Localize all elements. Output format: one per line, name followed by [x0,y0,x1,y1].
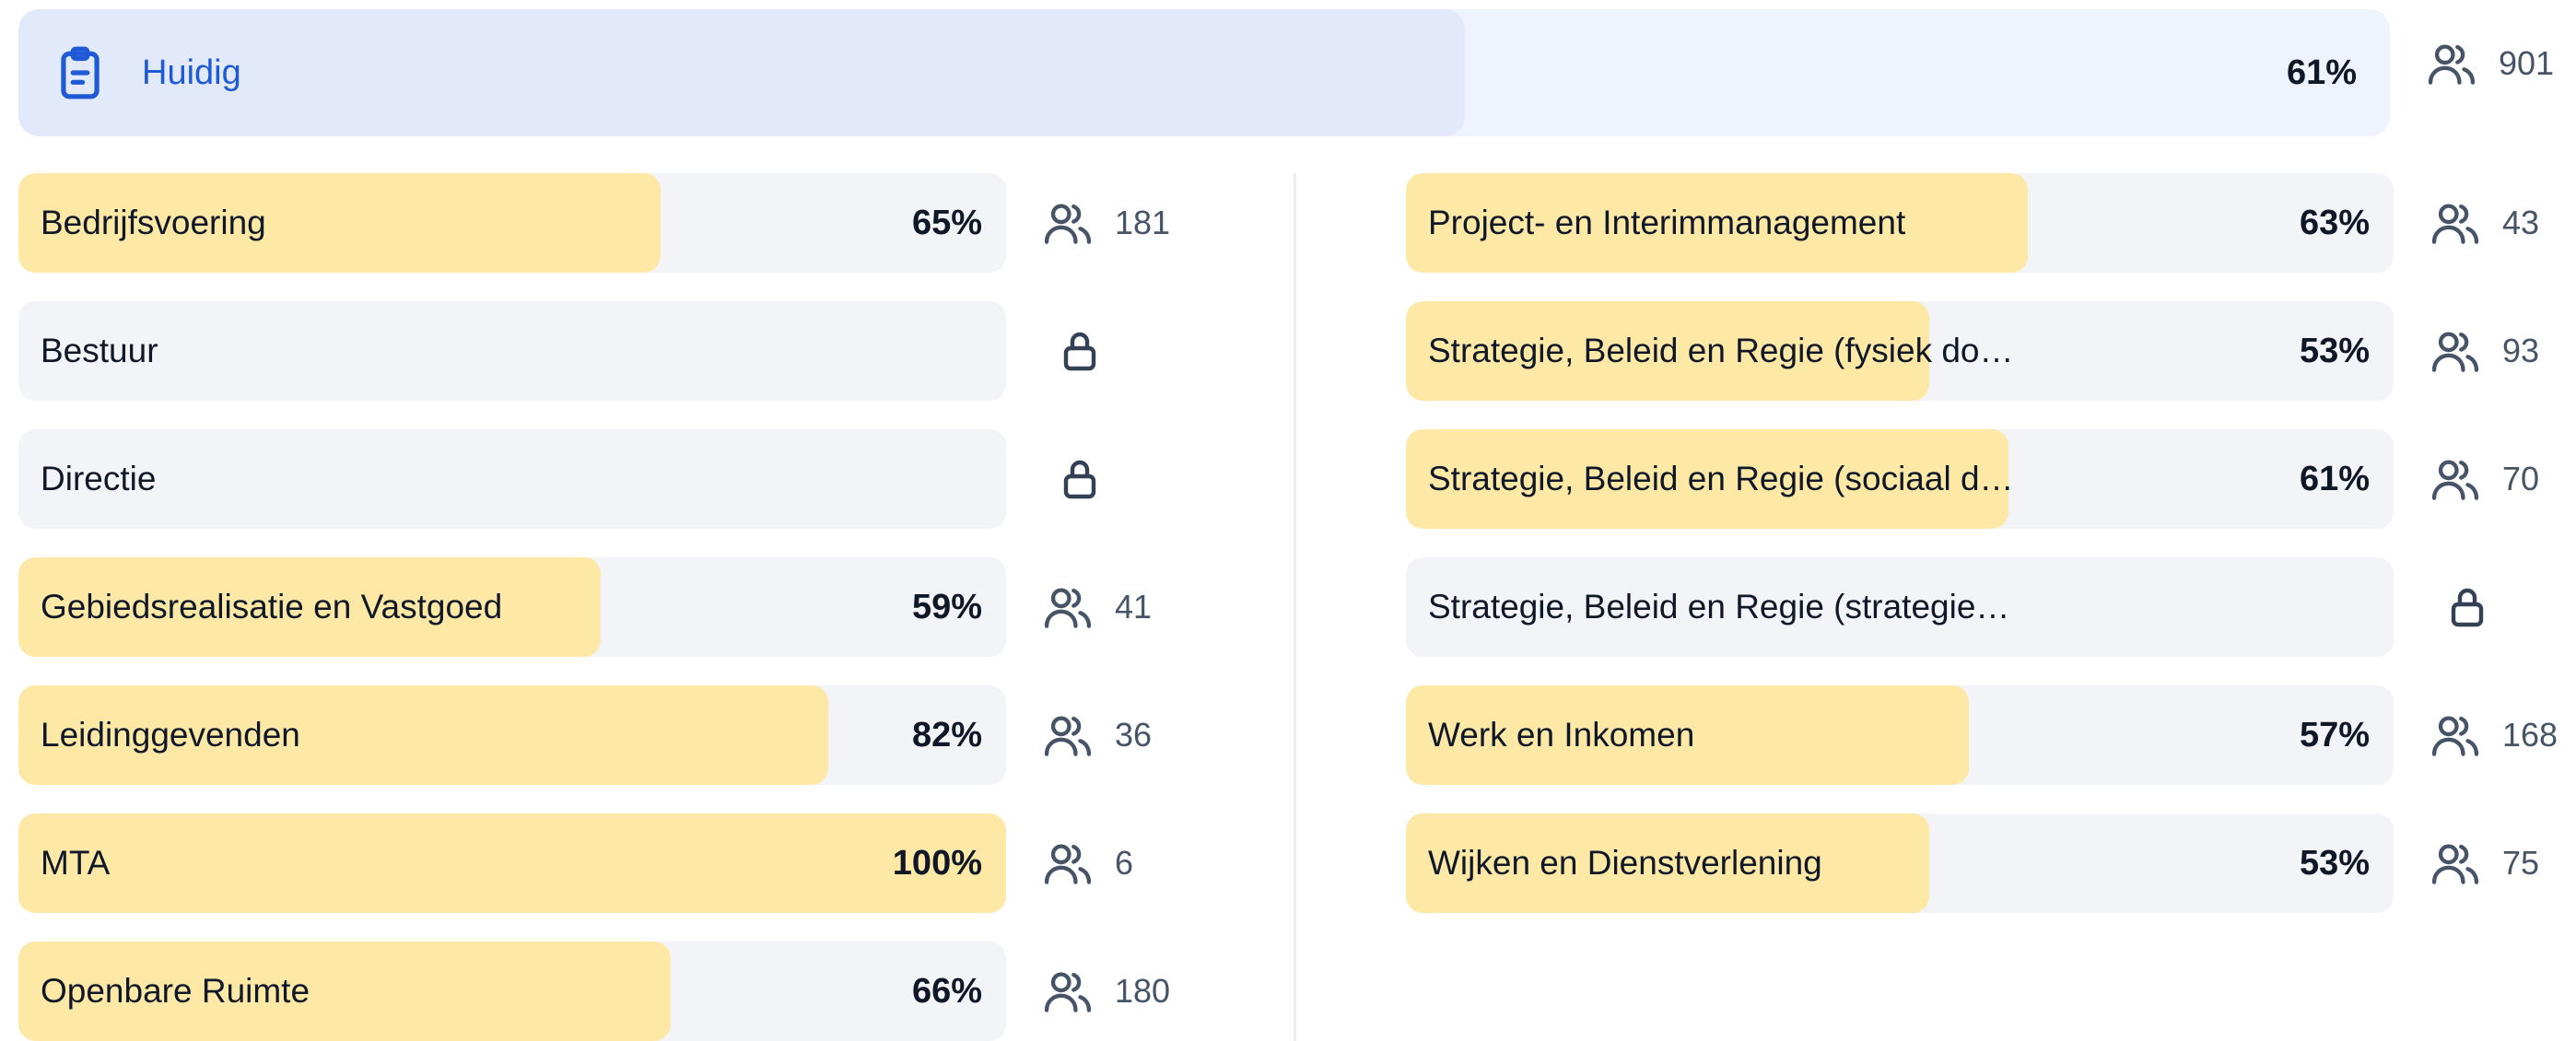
bar-value-label: 53% [2299,332,2370,370]
engagement-bar-chart: Huidig 61% 901 Bedrijfsvoering 65% 181 Bes… [0,0,2576,1041]
summary-percent: 61% [2286,53,2357,92]
respondent-count: 75 [2502,844,2540,882]
respondents: 41 [1041,586,1152,628]
bar-track: Wijken en Dienstverlening 53% [1406,813,2394,913]
bar-track: Openbare Ruimte 66% [18,942,1006,1041]
people-icon [1044,844,1092,884]
bar-track: Strategie, Beleid en Regie (fysiek do… 53… [1406,301,2394,401]
respondent-count: 70 [2502,460,2540,497]
people-icon [1044,588,1092,628]
respondents: 168 [2429,714,2558,756]
respondents: 70 [2429,458,2539,500]
respondent-count: 41 [1115,588,1153,626]
bar-row[interactable]: Bedrijfsvoering 65% 181 [18,173,1188,273]
bar-row[interactable]: Openbare Ruimte 66% 180 [18,942,1188,1041]
people-icon [2431,460,2479,500]
respondent-count: 36 [1115,716,1153,754]
bar-label: Werk en Inkomen [1428,716,1695,754]
bar-track: Project- en Interimmanagement 63% [1406,173,2394,273]
bar-track: Directie [18,429,1006,529]
bar-value-label: 100% [892,844,982,883]
bar-value-label: 61% [2299,460,2370,498]
bar-row[interactable]: Gebiedsrealisatie en Vastgoed 59% 41 [18,557,1188,657]
people-icon [2431,844,2479,884]
respondents: 6 [1041,842,1133,884]
respondents: 181 [1041,202,1170,244]
bar-fill [18,813,1006,913]
bar-track: Strategie, Beleid en Regie (sociaal d… 61… [1406,429,2394,529]
bar-label: Wijken en Dienstverlening [1428,844,1822,882]
bar-label: Strategie, Beleid en Regie (strategie… [1428,588,2010,626]
respondent-count: 180 [1115,972,1171,1010]
bar-row[interactable]: Strategie, Beleid en Regie (strategie… [1406,557,2576,657]
bar-label: Openbare Ruimte [41,972,310,1010]
bar-value-label: 59% [911,588,982,626]
respondent-count: 6 [1115,844,1134,882]
locked-indicator [1041,330,1102,372]
bar-track: Leidinggevenden 82% [18,685,1006,785]
bar-row[interactable]: MTA 100% 6 [18,813,1188,913]
bar-row[interactable]: Directie [18,429,1188,529]
summary-bar[interactable]: Huidig 61% [18,9,2390,136]
bar-track: Strategie, Beleid en Regie (strategie… [1406,557,2394,657]
respondent-count: 43 [2502,204,2540,241]
bar-value-label: 82% [911,716,982,754]
people-icon [1044,972,1092,1012]
bar-row[interactable]: Strategie, Beleid en Regie (fysiek do… 53… [1406,301,2576,401]
bar-row[interactable]: Project- en Interimmanagement 63% 43 [1406,173,2576,273]
bar-track: Gebiedsrealisatie en Vastgoed 59% [18,557,1006,657]
bar-value-label: 53% [2299,844,2370,883]
bar-row[interactable]: Leidinggevenden 82% 36 [18,685,1188,785]
bar-track: MTA 100% [18,813,1006,913]
people-icon [2431,204,2479,244]
respondent-count: 181 [1115,204,1171,241]
respondents: 93 [2429,330,2539,372]
lock-icon [1063,332,1096,371]
lock-icon [1063,460,1096,499]
bar-row[interactable]: Strategie, Beleid en Regie (sociaal d… 61… [1406,429,2576,529]
people-icon [1044,204,1092,244]
bar-value-label: 65% [911,204,982,242]
respondents: 75 [2429,842,2539,884]
summary-respondent-count: 901 [2499,44,2555,82]
people-icon [2428,44,2476,85]
lock-icon [2451,588,2484,627]
bar-label: Bestuur [41,332,158,369]
bar-track: Bedrijfsvoering 65% [18,173,1006,273]
locked-indicator [1041,458,1102,500]
respondents: 180 [1041,970,1170,1012]
bar-value-label: 66% [911,972,982,1011]
summary-label: Huidig [142,53,241,92]
bar-label: Strategie, Beleid en Regie (fysiek do… [1428,332,2014,369]
summary-respondents: 901 [2425,42,2554,85]
bar-track: Werk en Inkomen 57% [1406,685,2394,785]
bar-label: Gebiedsrealisatie en Vastgoed [41,588,503,626]
bar-row[interactable]: Werk en Inkomen 57% 168 [1406,685,2576,785]
bar-label: Leidinggevenden [41,716,300,754]
bar-label: Strategie, Beleid en Regie (sociaal d… [1428,460,2014,497]
clipboard-icon [61,46,100,99]
bar-value-label: 63% [2299,204,2370,242]
bar-label: MTA [41,844,111,882]
respondents: 36 [1041,714,1152,756]
bar-row[interactable]: Wijken en Dienstverlening 53% 75 [1406,813,2576,913]
respondents: 43 [2429,202,2539,244]
respondent-count: 93 [2502,332,2540,369]
people-icon [2431,332,2479,372]
bar-label: Project- en Interimmanagement [1428,204,1906,241]
locked-indicator [2429,586,2489,628]
bar-row[interactable]: Bestuur [18,301,1188,401]
column-divider [1294,173,1296,1041]
bar-label: Directie [41,460,157,497]
bar-value-label: 57% [2299,716,2370,754]
bar-track: Bestuur [18,301,1006,401]
respondent-count: 168 [2502,716,2558,754]
bar-label: Bedrijfsvoering [41,204,266,241]
people-icon [2431,716,2479,756]
people-icon [1044,716,1092,756]
